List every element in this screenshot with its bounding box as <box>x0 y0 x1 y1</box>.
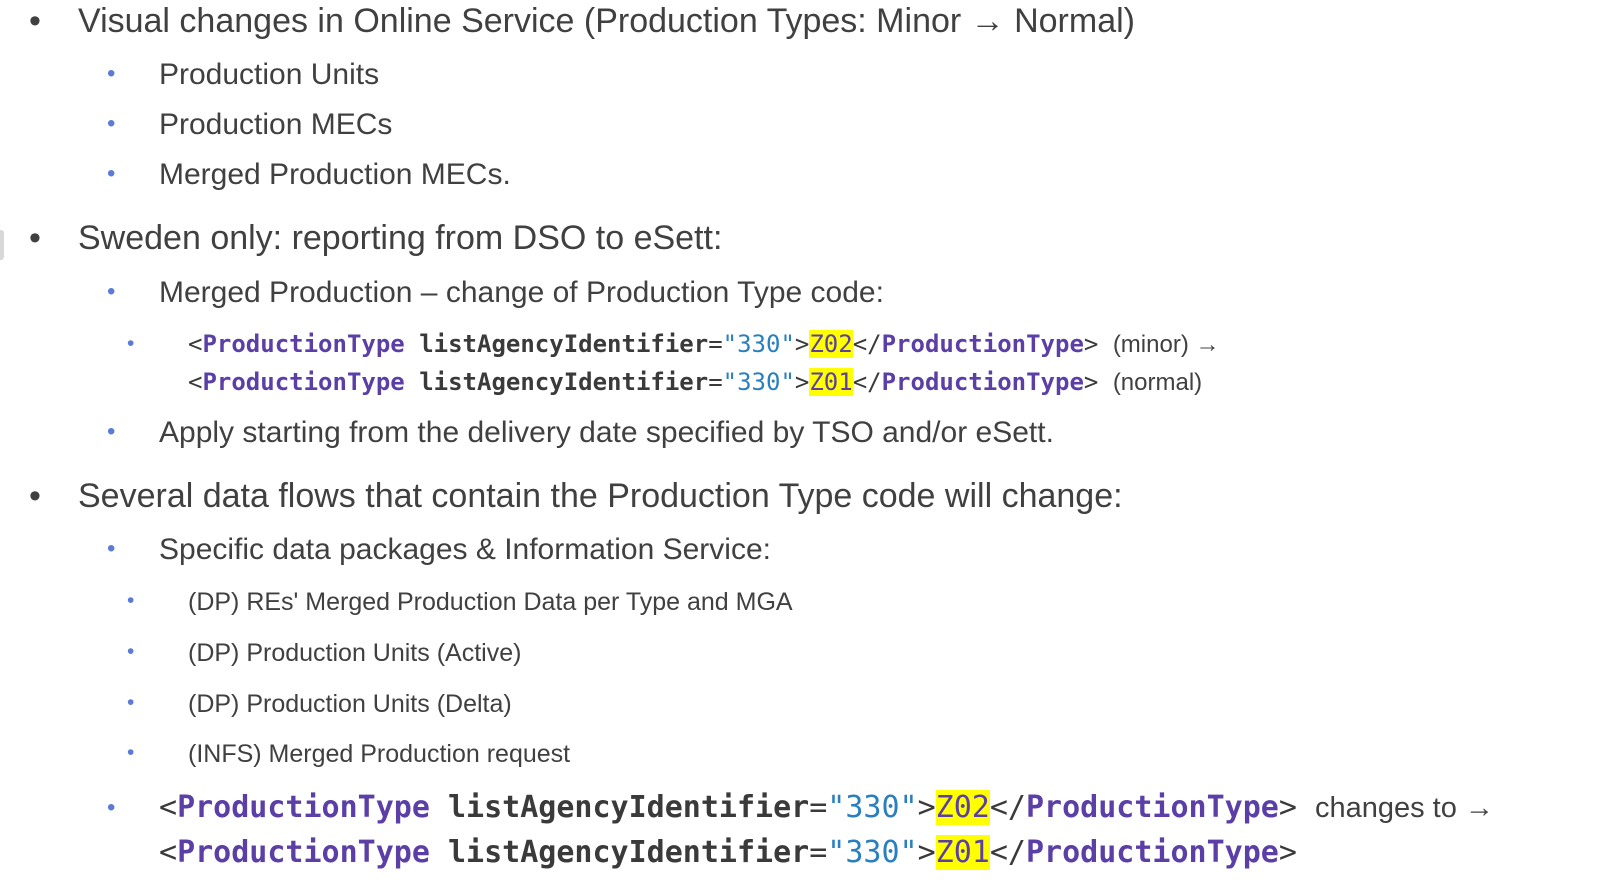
code-gt: > <box>917 835 936 870</box>
item-text: (DP) Production Units (Active) <box>188 639 522 667</box>
item-text: Sweden only: reporting from DSO to eSett… <box>78 219 723 257</box>
code-line-new-large: <ProductionType listAgencyIdentifier="33… <box>159 835 1297 870</box>
note-minor: (minor) → <box>1112 331 1220 358</box>
code-value: "330" <box>722 368 795 396</box>
code-value: "330" <box>722 330 795 358</box>
code-gt: > <box>1083 368 1099 396</box>
sub-item-production-mecs: • Production MECs <box>0 108 1599 144</box>
code-attr: listAgencyIdentifier <box>448 790 810 825</box>
item-text: Production MECs <box>159 108 393 141</box>
code-item-normal-line: <ProductionType listAgencyIdentifier="33… <box>0 368 1599 400</box>
code-old-value: Z02 <box>809 330 853 358</box>
code-line-new: <ProductionType listAgencyIdentifier="33… <box>188 368 1202 397</box>
code-lt: < <box>188 330 203 358</box>
bullet-item-sweden-only: • Sweden only: reporting from DSO to eSe… <box>0 219 1599 263</box>
item-text: Specific data packages & Information Ser… <box>159 533 771 566</box>
sub-item-production-units: • Production Units <box>0 58 1599 94</box>
note-changes-to: changes to → <box>1314 792 1494 824</box>
bullet-icon: • <box>127 741 135 764</box>
code-new-value: Z01 <box>809 368 853 396</box>
code-item-minor-to-normal: • <ProductionType listAgencyIdentifier="… <box>0 330 1599 362</box>
code-eq: = <box>708 330 723 358</box>
code-lt: < <box>159 835 178 870</box>
bullet-icon: • <box>107 794 116 821</box>
code-lt: < <box>159 790 178 825</box>
code-attr: listAgencyIdentifier <box>419 368 709 396</box>
sub-item-data-packages: • Specific data packages & Information S… <box>0 533 1599 569</box>
code-eq: = <box>809 835 828 870</box>
item-text: Merged Production – change of Production… <box>159 276 884 309</box>
code-eq: = <box>708 368 723 396</box>
code-close-open: </ <box>989 835 1026 870</box>
code-attr: listAgencyIdentifier <box>419 330 709 358</box>
code-lt: < <box>188 368 203 396</box>
code-eq: = <box>809 790 828 825</box>
bullet-icon: • <box>107 278 116 305</box>
code-tag: ProductionType <box>177 835 430 870</box>
code-line-old-large: <ProductionType listAgencyIdentifier="33… <box>159 790 1494 825</box>
code-gt: > <box>917 790 936 825</box>
sub-item-merged-production-change: • Merged Production – change of Producti… <box>0 276 1599 312</box>
item-text: Production Units <box>159 58 380 91</box>
code-tag: ProductionType <box>1025 790 1279 825</box>
item-text: Visual changes in Online Service (Produc… <box>78 2 1135 40</box>
code-close-open: </ <box>852 330 882 358</box>
note-normal: (normal) <box>1112 369 1203 396</box>
sub-sub-item-production-units-delta: • (DP) Production Units (Delta) <box>0 690 1599 722</box>
code-tag: ProductionType <box>202 330 405 358</box>
bullet-icon: • <box>127 332 135 355</box>
code-close-open: </ <box>989 790 1026 825</box>
code-attr: listAgencyIdentifier <box>448 835 810 870</box>
code-tag: ProductionType <box>881 330 1084 358</box>
bullet-icon: • <box>127 691 135 714</box>
item-text: (DP) Production Units (Delta) <box>188 690 512 718</box>
bullet-icon: • <box>107 110 116 137</box>
bullet-item-data-flows: • Several data flows that contain the Pr… <box>0 477 1599 521</box>
bullet-icon: • <box>127 589 135 612</box>
sub-sub-item-res-merged-production: • (DP) REs' Merged Production Data per T… <box>0 588 1599 620</box>
bullet-icon: • <box>29 2 41 40</box>
bullet-icon: • <box>107 160 116 187</box>
code-value: "330" <box>827 835 918 870</box>
item-text: (DP) REs' Merged Production Data per Typ… <box>188 588 793 616</box>
code-old-value: Z02 <box>935 790 990 825</box>
bullet-icon: • <box>107 60 116 87</box>
bullet-icon: • <box>127 640 135 663</box>
code-tag: ProductionType <box>202 368 405 396</box>
bullet-icon: • <box>107 535 116 562</box>
code-gt: > <box>794 330 810 358</box>
item-text: (INFS) Merged Production request <box>188 740 571 768</box>
bullet-icon: • <box>29 219 41 257</box>
bullet-icon: • <box>29 477 41 515</box>
code-new-value: Z01 <box>935 835 990 870</box>
item-text: Apply starting from the delivery date sp… <box>159 416 1054 449</box>
code-close-open: </ <box>852 368 882 396</box>
sub-sub-item-infs-request: • (INFS) Merged Production request <box>0 740 1599 772</box>
code-tag: ProductionType <box>1025 835 1279 870</box>
item-text: Several data flows that contain the Prod… <box>78 477 1123 515</box>
code-item-changes-to: • <ProductionType listAgencyIdentifier="… <box>0 790 1599 830</box>
code-gt: > <box>1083 330 1099 358</box>
code-tag: ProductionType <box>881 368 1084 396</box>
code-tag: ProductionType <box>177 790 430 825</box>
code-line-old: <ProductionType listAgencyIdentifier="33… <box>188 330 1219 359</box>
sub-item-merged-production-mecs: • Merged Production MECs. <box>0 158 1599 194</box>
item-text: Merged Production MECs. <box>159 158 511 191</box>
code-gt: > <box>794 368 810 396</box>
sub-item-apply-date: • Apply starting from the delivery date … <box>0 416 1599 452</box>
bullet-icon: • <box>107 418 116 445</box>
bullet-item-visual-changes: • Visual changes in Online Service (Prod… <box>0 2 1599 46</box>
sub-sub-item-production-units-active: • (DP) Production Units (Active) <box>0 639 1599 671</box>
code-gt: > <box>1278 790 1297 825</box>
code-value: "330" <box>827 790 918 825</box>
code-item-new-large: <ProductionType listAgencyIdentifier="33… <box>0 835 1599 875</box>
code-gt: > <box>1278 835 1297 870</box>
